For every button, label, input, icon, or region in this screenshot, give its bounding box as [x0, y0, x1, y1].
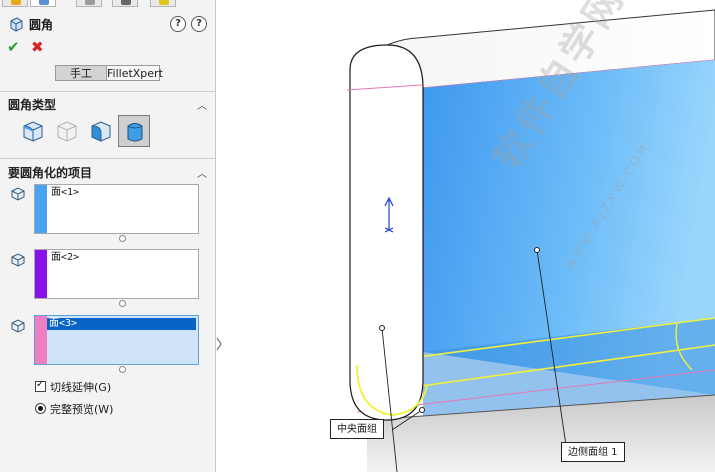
- list-resize-handle[interactable]: [119, 300, 126, 307]
- selection-point-end[interactable]: [419, 407, 425, 413]
- collapse-chevron-icon[interactable]: ︿: [197, 165, 207, 180]
- cancel-x-icon[interactable]: ✖: [31, 38, 44, 56]
- full-preview-radio[interactable]: [35, 403, 46, 414]
- items-to-fillet-header[interactable]: 要圆角化的项目: [8, 164, 92, 181]
- fillet-feature-icon: [10, 17, 23, 32]
- side-face-set-2-list[interactable]: 面<3>: [34, 315, 199, 365]
- mode-toggle: 手工 FilletXpert: [55, 65, 163, 81]
- graphics-area[interactable]: 软件自学网 WWW.RJZXW.COM 中央面组 边侧面组 1: [217, 0, 715, 472]
- tangent-propagation-label[interactable]: 切线延伸(G): [50, 379, 111, 395]
- tab-display-manager[interactable]: [150, 0, 176, 7]
- whats-wrong-help-icon[interactable]: ?: [170, 16, 186, 32]
- list-item[interactable]: 面<1>: [49, 187, 81, 199]
- side-face-set-callout[interactable]: 边侧面组 1: [561, 442, 625, 462]
- center-face-set-callout[interactable]: 中央面组: [330, 419, 384, 439]
- full-round-fillet-icon: [127, 123, 143, 142]
- tangent-propagation-checkbox[interactable]: [35, 379, 46, 392]
- center-face-set-list[interactable]: 面<2>: [34, 249, 199, 299]
- selection-point-side[interactable]: [534, 247, 540, 253]
- face-fillet-icon: [91, 121, 111, 142]
- face2-color-strip: [35, 250, 47, 298]
- variable-fillet-icon: [57, 121, 77, 142]
- face1-color-strip: [35, 185, 47, 233]
- feature-title: 圆角: [29, 17, 54, 32]
- face3-color-strip: [35, 316, 47, 364]
- variable-size-fillet-button[interactable]: [51, 115, 83, 147]
- selection-point-center[interactable]: [379, 325, 385, 331]
- collapse-chevron-icon[interactable]: ︿: [197, 97, 207, 112]
- tab-configuration-manager[interactable]: [76, 0, 102, 7]
- fillet-type-header[interactable]: 圆角类型: [8, 96, 56, 113]
- help-icon[interactable]: ?: [191, 16, 207, 32]
- face-fillet-button[interactable]: [85, 115, 117, 147]
- list-resize-handle[interactable]: [119, 235, 126, 242]
- constant-size-fillet-button[interactable]: [17, 115, 49, 147]
- face-selection-icon: [11, 253, 25, 267]
- list-item-selected[interactable]: 面<3>: [47, 318, 196, 330]
- face-selection-icon: [11, 187, 25, 201]
- filletxpert-mode-button[interactable]: FilletXpert: [106, 65, 163, 81]
- constant-fillet-icon: [23, 121, 43, 142]
- full-preview-label[interactable]: 完整预览(W): [50, 401, 113, 417]
- manual-mode-button[interactable]: 手工: [55, 65, 107, 81]
- full-round-fillet-button[interactable]: [118, 115, 150, 147]
- list-resize-handle[interactable]: [119, 366, 126, 373]
- list-item[interactable]: 面<2>: [49, 252, 81, 264]
- tab-dimxpert-manager[interactable]: [112, 0, 138, 7]
- divider: [0, 91, 216, 92]
- divider: [0, 158, 216, 159]
- manager-tabs: [0, 0, 216, 7]
- side-face-set-1-list[interactable]: 面<1>: [34, 184, 199, 234]
- tab-property-manager[interactable]: [30, 0, 56, 7]
- ok-check-icon[interactable]: ✔: [7, 38, 20, 56]
- property-manager: 圆角 ? ? ✔ ✖ 手工 FilletXpert 圆角类型 ︿ 要圆角化的项目…: [0, 0, 216, 472]
- model-view: [346, 9, 715, 472]
- face-selection-icon: [11, 319, 25, 333]
- tab-feature-manager[interactable]: [2, 0, 28, 7]
- full-round-end-face[interactable]: [349, 44, 424, 421]
- feature-header: 圆角: [8, 15, 53, 33]
